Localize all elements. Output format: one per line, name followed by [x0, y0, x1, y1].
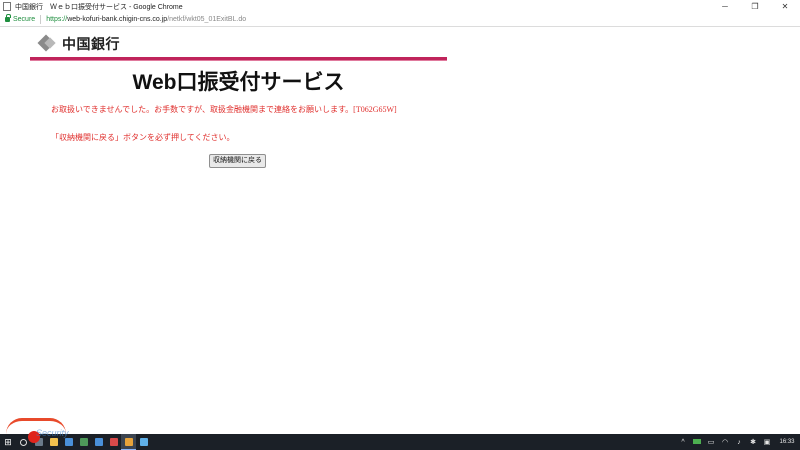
address-separator: [40, 15, 42, 24]
lock-icon[interactable]: [5, 14, 11, 22]
network-icon[interactable]: ▭: [704, 438, 718, 446]
chevron-up-icon[interactable]: ^: [676, 439, 690, 446]
watermark-logo: Security: [6, 414, 69, 444]
url-host[interactable]: web-kofuri-bank.chigin-cns.co.jp: [67, 16, 167, 23]
app-icon[interactable]: [91, 434, 106, 450]
maximize-button[interactable]: ❐: [740, 0, 770, 13]
bank-logo-text: 中国銀行: [62, 36, 120, 52]
window-titlebar: 中国銀行 Ｗｅｂ口振受付サービス - Google Chrome ─ ❐ ✕: [0, 0, 800, 13]
page-icon: [3, 2, 11, 11]
page-title: Web口振受付サービス: [132, 71, 345, 94]
notification-icon[interactable]: ▣: [760, 438, 774, 446]
bank-logo-icon: [37, 34, 57, 54]
taskbar-clock[interactable]: 16:33: [774, 439, 800, 445]
chrome-icon[interactable]: [121, 434, 136, 450]
error-message: お取扱いできませんでした。お手数ですが、取扱金融機関まで連絡をお願いします。[T…: [51, 105, 397, 114]
secure-label[interactable]: Secure: [13, 16, 35, 23]
return-to-payee-button[interactable]: 収納機関に戻る: [209, 154, 266, 168]
page-content: 中国銀行 Web口振受付サービス お取扱いできませんでした。お手数ですが、取扱金…: [0, 28, 800, 434]
volume-icon[interactable]: ♪: [732, 439, 746, 446]
watermark-text: Security: [36, 428, 69, 438]
taskbar: ⊞ ^ ▭ ◠ ♪ ✱ ▣ 16:33: [0, 434, 800, 450]
system-tray: ^ ▭ ◠ ♪ ✱ ▣ 16:33: [676, 434, 800, 450]
header-divider-accent: [30, 60, 447, 61]
close-button[interactable]: ✕: [770, 0, 800, 13]
url-scheme[interactable]: https://: [46, 16, 67, 23]
window-controls: ─ ❐ ✕: [710, 0, 800, 13]
battery-icon[interactable]: [690, 438, 704, 446]
wifi-icon[interactable]: ◠: [718, 438, 732, 446]
url-path[interactable]: /netkf/wkt05_01ExitBL.do: [167, 16, 246, 23]
instruction-text: 「収納機関に戻る」ボタンを必ず押してください。: [51, 133, 235, 142]
settings-icon[interactable]: ✱: [746, 438, 760, 446]
chat-icon[interactable]: [136, 434, 151, 450]
app-icon[interactable]: [76, 434, 91, 450]
window-title: 中国銀行 Ｗｅｂ口振受付サービス - Google Chrome: [15, 3, 183, 11]
address-bar[interactable]: Secure https:// web-kofuri-bank.chigin-c…: [0, 13, 800, 27]
bank-logo: 中国銀行: [37, 34, 120, 54]
minimize-button[interactable]: ─: [710, 0, 740, 13]
app-icon[interactable]: [106, 434, 121, 450]
